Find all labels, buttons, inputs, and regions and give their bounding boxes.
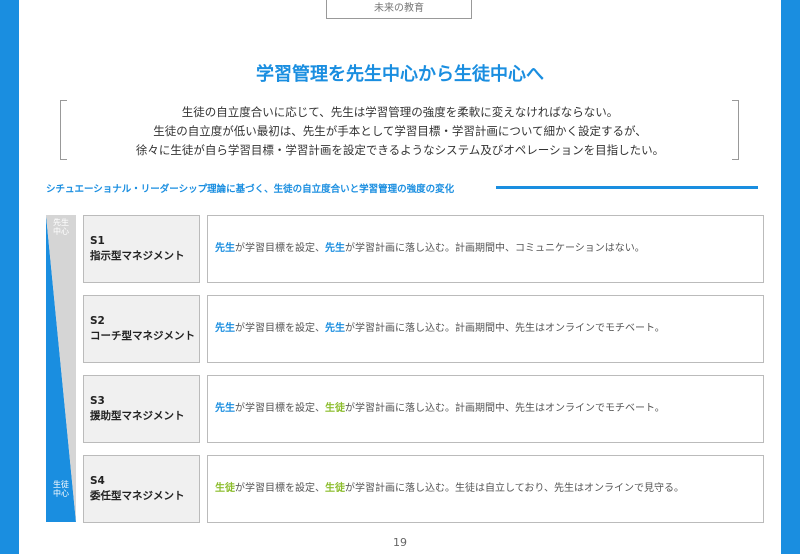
- goal-text: が学習目標を設定、: [235, 483, 325, 494]
- stage-code: S3: [90, 395, 105, 407]
- stage-row: S3 援助型マネジメント 先生が学習目標を設定、生徒が学習計画に落し込む。計画期…: [83, 375, 764, 443]
- plan-owner: 生徒: [325, 403, 345, 414]
- stage-name: 指示型マネジメント: [90, 250, 185, 262]
- axis-top-label: 先生中心: [53, 218, 69, 236]
- section-heading: シチュエーショナル・リーダーシップ理論に基づく、生徒の自立度合いと学習管理の強度…: [46, 184, 455, 195]
- goal-owner: 先生: [215, 403, 235, 414]
- section-heading-rule: [496, 186, 758, 189]
- goal-owner: 先生: [215, 243, 235, 254]
- section-tab: 未来の教育: [326, 0, 472, 19]
- page-number: 19: [393, 536, 407, 549]
- goal-text: が学習目標を設定、: [235, 323, 325, 334]
- lead-line: 生徒の自立度合いに応じて、先生は学習管理の強度を柔軟に変えなければならない。: [181, 105, 619, 119]
- stage-description: 先生が学習目標を設定、生徒が学習計画に落し込む。計画期間中、先生はオンラインでモ…: [207, 375, 764, 443]
- description-rest: が学習計画に落し込む。計画期間中、コミュニケーションはない。: [345, 243, 645, 254]
- goal-owner: 先生: [215, 323, 235, 334]
- stage-name: 援助型マネジメント: [90, 410, 185, 422]
- teacher-student-axis: [46, 215, 76, 522]
- stage-label: S1 指示型マネジメント: [83, 215, 200, 283]
- plan-owner: 先生: [325, 243, 345, 254]
- stage-label: S4 委任型マネジメント: [83, 455, 200, 523]
- lead-line: 生徒の自立度が低い最初は、先生が手本として学習目標・学習計画について細かく設定す…: [153, 124, 647, 138]
- goal-owner: 生徒: [215, 483, 235, 494]
- axis-bottom-label: 生徒中心: [53, 480, 69, 498]
- stage-description: 生徒が学習目標を設定、生徒が学習計画に落し込む。生徒は自立しており、先生はオンラ…: [207, 455, 764, 523]
- goal-text: が学習目標を設定、: [235, 403, 325, 414]
- right-bracket: [732, 100, 739, 160]
- stage-label: S3 援助型マネジメント: [83, 375, 200, 443]
- stage-description: 先生が学習目標を設定、先生が学習計画に落し込む。計画期間中、コミュニケーションは…: [207, 215, 764, 283]
- stage-code: S2: [90, 315, 105, 327]
- stage-row: S1 指示型マネジメント 先生が学習目標を設定、先生が学習計画に落し込む。計画期…: [83, 215, 764, 283]
- plan-owner: 先生: [325, 323, 345, 334]
- left-bracket: [60, 100, 67, 160]
- description-rest: が学習計画に落し込む。生徒は自立しており、先生はオンラインで見守る。: [345, 483, 684, 494]
- goal-text: が学習目標を設定、: [235, 243, 325, 254]
- plan-owner: 生徒: [325, 483, 345, 494]
- stage-name: コーチ型マネジメント: [90, 330, 195, 342]
- stage-row: S2 コーチ型マネジメント 先生が学習目標を設定、先生が学習計画に落し込む。計画…: [83, 295, 764, 363]
- stage-code: S4: [90, 475, 105, 487]
- lead-text: 生徒の自立度合いに応じて、先生は学習管理の強度を柔軟に変えなければならない。 生…: [70, 103, 730, 160]
- description-rest: が学習計画に落し込む。計画期間中、先生はオンラインでモチベート。: [345, 323, 665, 334]
- description-rest: が学習計画に落し込む。計画期間中、先生はオンラインでモチベート。: [345, 403, 665, 414]
- stage-row: S4 委任型マネジメント 生徒が学習目標を設定、生徒が学習計画に落し込む。生徒は…: [83, 455, 764, 523]
- stage-label: S2 コーチ型マネジメント: [83, 295, 200, 363]
- stage-name: 委任型マネジメント: [90, 490, 185, 502]
- page-title: 学習管理を先生中心から生徒中心へ: [256, 64, 544, 85]
- stage-description: 先生が学習目標を設定、先生が学習計画に落し込む。計画期間中、先生はオンラインでモ…: [207, 295, 764, 363]
- stage-code: S1: [90, 235, 105, 247]
- lead-line: 徐々に生徒が自ら学習目標・学習計画を設定できるようなシステム及びオペレーションを…: [135, 143, 665, 157]
